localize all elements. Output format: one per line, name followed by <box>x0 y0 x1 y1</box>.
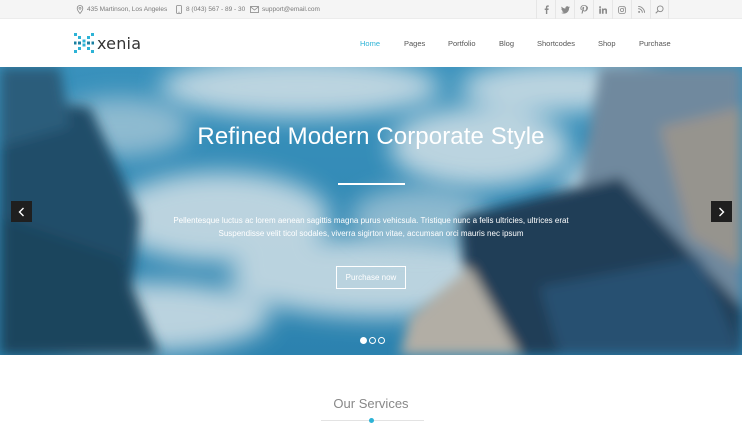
address-text: 435 Martinson, Los Angeles <box>87 6 168 13</box>
services-heading: Our Services <box>333 396 409 411</box>
slider-dot-2[interactable] <box>369 337 376 344</box>
phone-info: 8 (043) 567 - 89 - 30 <box>174 0 245 19</box>
chevron-left-icon <box>18 207 24 216</box>
hero-description: Pellentesque luctus ac lorem aenean sagi… <box>0 214 742 240</box>
hero-description-line-2: Suspendisse velit ticol sodales, viverra… <box>218 229 524 238</box>
slider-next-button[interactable] <box>711 201 732 222</box>
top-bar: 435 Martinson, Los Angeles 8 (043) 567 -… <box>0 0 742 19</box>
hero-slider: Refined Modern Corporate Style Pellentes… <box>0 67 742 355</box>
hero-background-image <box>0 67 742 355</box>
nav-home[interactable]: Home <box>360 39 380 48</box>
email-info: support@email.com <box>250 0 320 19</box>
email-text[interactable]: support@email.com <box>262 6 320 13</box>
phone-icon <box>174 5 183 14</box>
nav-blog[interactable]: Blog <box>499 39 514 48</box>
slider-prev-button[interactable] <box>11 201 32 222</box>
pinterest-icon[interactable] <box>574 0 593 19</box>
logo[interactable]: xenia <box>74 33 141 53</box>
facebook-icon[interactable] <box>536 0 555 19</box>
address-info: 435 Martinson, Los Angeles <box>75 0 167 19</box>
linkedin-icon[interactable] <box>593 0 612 19</box>
instagram-icon[interactable] <box>612 0 631 19</box>
purchase-now-button[interactable]: Purchase now <box>336 266 406 289</box>
slider-pagination <box>360 337 385 344</box>
rss-icon[interactable] <box>631 0 650 19</box>
nav-shortcodes[interactable]: Shortcodes <box>537 39 575 48</box>
services-divider-dot <box>369 418 374 423</box>
mail-icon <box>250 5 259 14</box>
nav-pages[interactable]: Pages <box>404 39 425 48</box>
hero-title: Refined Modern Corporate Style <box>197 123 545 150</box>
nav-purchase[interactable]: Purchase <box>639 39 671 48</box>
phone-text: 8 (043) 567 - 89 - 30 <box>186 6 246 13</box>
hero-divider <box>338 183 405 185</box>
twitter-icon[interactable] <box>555 0 574 19</box>
nav-shop[interactable]: Shop <box>598 39 616 48</box>
logo-text: xenia <box>97 33 142 53</box>
nav-portfolio[interactable]: Portfolio <box>448 39 476 48</box>
search-icon[interactable] <box>650 0 669 19</box>
map-pin-icon <box>75 5 84 14</box>
site-header: xenia Home Pages Portfolio Blog Shortcod… <box>0 19 742 67</box>
slider-dot-1[interactable] <box>360 337 367 344</box>
logo-mark-icon <box>74 33 94 53</box>
social-links <box>536 0 669 19</box>
slider-dot-3[interactable] <box>378 337 385 344</box>
hero-description-line-1: Pellentesque luctus ac lorem aenean sagi… <box>173 216 569 225</box>
chevron-right-icon <box>719 207 725 216</box>
